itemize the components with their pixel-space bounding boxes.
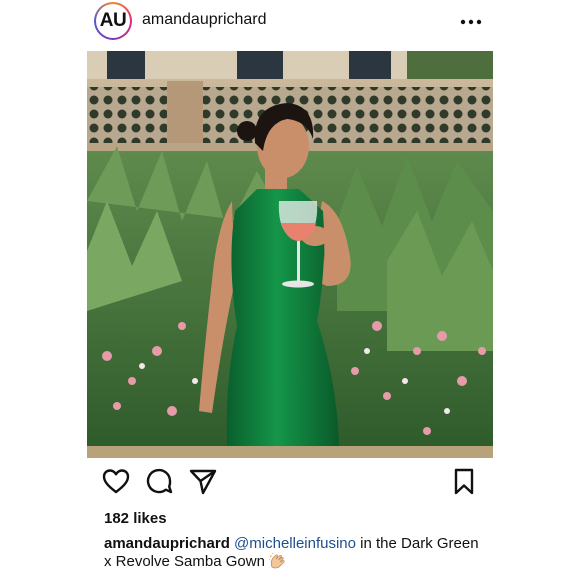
post-photo (87, 51, 493, 458)
share-icon[interactable] (188, 466, 218, 496)
post-image[interactable] (87, 51, 493, 458)
post-username[interactable]: amandauprichard (142, 11, 267, 29)
clapping-hands-icon (269, 553, 285, 569)
caption-mention[interactable]: @michelleinfusino (234, 535, 356, 552)
avatar[interactable]: AU (94, 2, 132, 40)
avatar-initials: AU (99, 10, 127, 31)
bookmark-icon[interactable] (449, 466, 479, 496)
post-caption: amandauprichard @michelleinfusino in the… (104, 535, 484, 571)
likes-count[interactable]: 182 likes (104, 510, 167, 527)
comment-icon[interactable] (144, 466, 174, 496)
heart-icon[interactable] (101, 466, 131, 496)
post-header: AU amandauprichard (0, 0, 580, 44)
more-horizontal-icon[interactable] (460, 18, 482, 26)
instagram-post: AU amandauprichard 182 likes amandaupric… (0, 0, 580, 580)
post-actions (87, 466, 493, 502)
avatar-inner: AU (96, 4, 130, 38)
caption-username[interactable]: amandauprichard (104, 535, 230, 552)
